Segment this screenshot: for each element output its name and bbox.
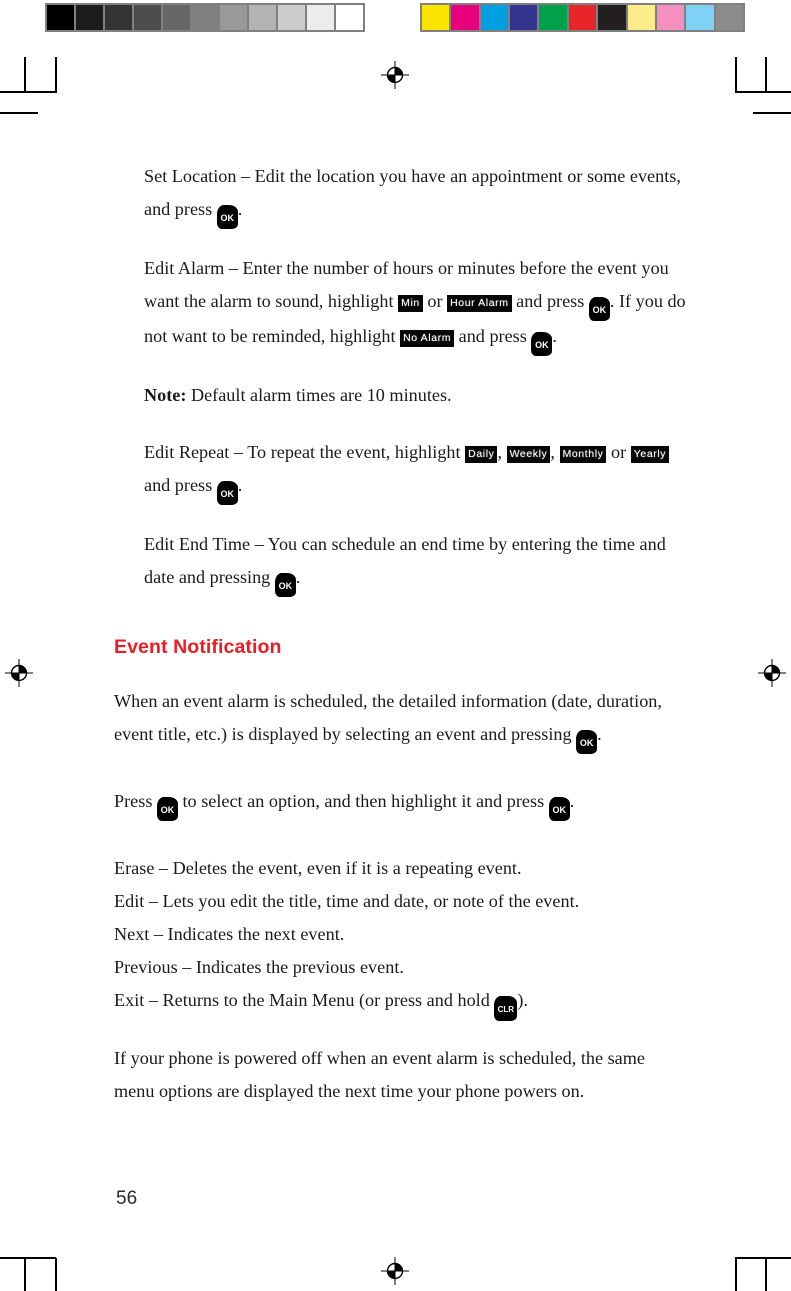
option-exit-before: Exit – Returns to the Main Menu (or pres… — [114, 990, 495, 1010]
edit-alarm-text-5: and press — [454, 326, 532, 346]
paragraph-edit-alarm: Edit Alarm – Enter the number of hours o… — [144, 252, 689, 356]
ok-key-icon: OK — [588, 297, 610, 321]
edit-repeat-text-3: , — [550, 442, 560, 462]
clr-key-icon: CLR — [494, 996, 518, 1021]
ok-key-icon: OK — [548, 797, 570, 821]
menu-token-weekly: Weekly — [506, 446, 551, 463]
paragraph-set-location: Set Location – Edit the location you hav… — [144, 160, 689, 229]
edit-alarm-text-3: and press — [511, 291, 589, 311]
option-edit: Edit – Lets you edit the title, time and… — [114, 891, 580, 911]
press-select-middle: to select an option, and then highlight … — [177, 791, 549, 811]
ok-key-icon: OK — [156, 797, 178, 821]
menu-token-hour-alarm: Hour Alarm — [447, 295, 512, 312]
edit-repeat-text-6: . — [237, 475, 243, 495]
option-erase: Erase – Deletes the event, even if it is… — [114, 858, 522, 878]
edit-repeat-text-1: Edit Repeat – To repeat the event, highl… — [144, 442, 466, 462]
paragraph-note: Note: Default alarm times are 10 minutes… — [144, 379, 689, 412]
ok-key-icon: OK — [531, 332, 553, 356]
menu-token-min: Min — [398, 295, 423, 312]
ok-key-icon: OK — [576, 730, 598, 754]
paragraph-press-select: Press OK to select an option, and then h… — [114, 785, 689, 821]
edit-repeat-text-2: , — [497, 442, 507, 462]
page-number: 56 — [116, 1188, 138, 1209]
option-previous: Previous – Indicates the previous event. — [114, 957, 404, 977]
manual-content: Set Location – Edit the location you hav… — [114, 160, 689, 1118]
edit-end-time-text-before: Edit End Time – You can schedule an end … — [144, 534, 666, 587]
option-exit: Exit – Returns to the Main Menu (or pres… — [114, 984, 689, 1021]
menu-token-daily: Daily — [465, 446, 498, 463]
note-text: Default alarm times are 10 minutes. — [186, 385, 452, 405]
edit-repeat-text-4: or — [606, 442, 631, 462]
option-next: Next – Indicates the next event. — [114, 924, 345, 944]
edit-end-time-text-after: . — [295, 567, 301, 587]
ok-key-icon: OK — [216, 481, 238, 505]
edit-repeat-text-5: and press — [144, 475, 217, 495]
notification-intro-after: . — [597, 724, 602, 744]
paragraph-edit-repeat: Edit Repeat – To repeat the event, highl… — [144, 436, 689, 505]
menu-token-monthly: Monthly — [559, 446, 607, 463]
paragraph-edit-end-time: Edit End Time – You can schedule an end … — [144, 528, 689, 597]
option-exit-after: ). — [517, 990, 528, 1010]
set-location-text-after: . — [237, 199, 243, 219]
menu-token-no-alarm: No Alarm — [400, 330, 455, 347]
note-label: Note: — [144, 385, 187, 405]
press-select-before: Press — [114, 791, 157, 811]
paragraph-powered-off: If your phone is powered off when an eve… — [114, 1048, 645, 1101]
press-select-after: . — [569, 791, 575, 811]
menu-token-yearly: Yearly — [630, 446, 670, 463]
page-body: Set Location – Edit the location you hav… — [0, 0, 791, 1291]
paragraph-notification-intro: When an event alarm is scheduled, the de… — [114, 685, 689, 754]
edit-alarm-text-2: or — [422, 291, 448, 311]
ok-key-icon: OK — [216, 205, 238, 229]
ok-key-icon: OK — [274, 573, 296, 597]
section-heading-event-notification: Event Notification — [114, 636, 282, 658]
edit-alarm-text-6: . — [552, 326, 557, 346]
